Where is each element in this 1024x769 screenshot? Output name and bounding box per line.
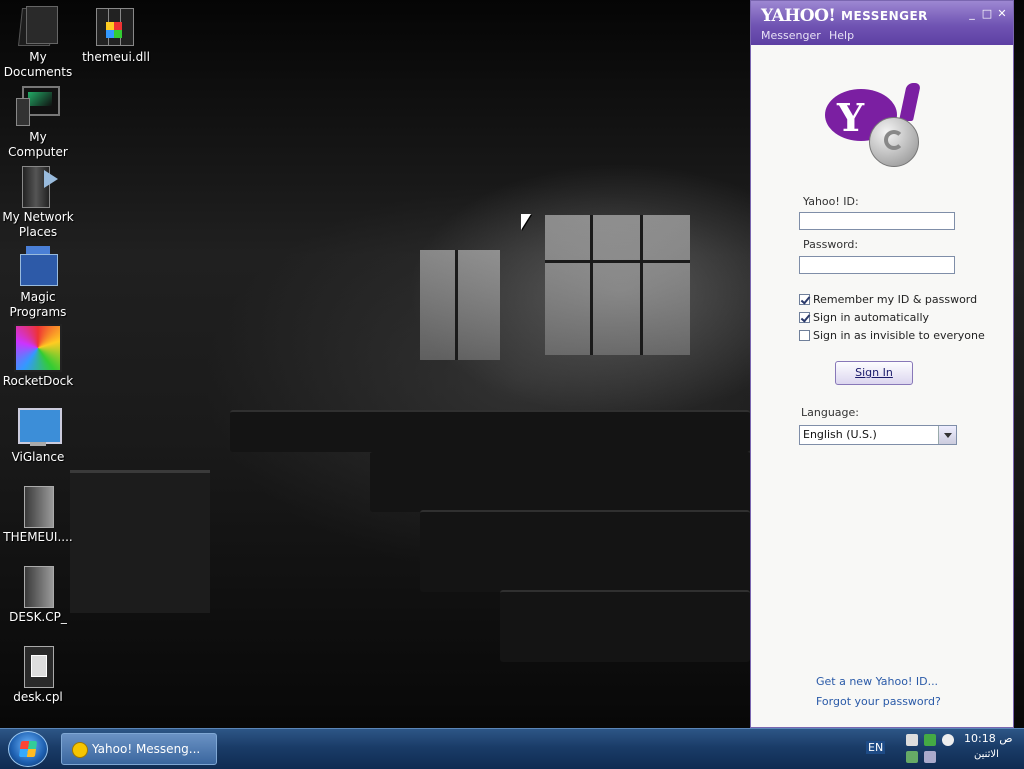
sign-in-invisible-checkbox[interactable] <box>799 330 810 341</box>
wallpaper-mullion <box>640 215 643 355</box>
language-select[interactable]: English (U.S.) <box>799 425 957 445</box>
windows-flag-icon <box>18 741 38 757</box>
language-value: English (U.S.) <box>803 428 877 441</box>
clock-time[interactable]: 10:18 ص <box>964 732 1013 745</box>
language-label: Language: <box>801 406 859 419</box>
taskbar-button-yahoo-messenger[interactable]: Yahoo! Messeng... <box>61 733 217 765</box>
desktop-icon-label: desk.cpl <box>13 690 63 704</box>
desktop-icon-label: My Documents <box>3 50 73 79</box>
sign-in-automatically-option[interactable]: Sign in automatically <box>799 311 929 325</box>
sign-in-automatically-checkbox[interactable] <box>799 312 810 323</box>
desktop-icon-label: Magic Programs <box>9 290 67 319</box>
remember-id-checkbox[interactable] <box>799 294 810 305</box>
desktop-icon-label: ViGlance <box>11 450 65 464</box>
tray-icon[interactable] <box>924 751 936 763</box>
desktop-icon-viglance[interactable]: ViGlance <box>0 404 76 465</box>
file-icon <box>16 564 60 608</box>
folder-icon <box>16 4 60 48</box>
desktop-icon-my-documents[interactable]: My Documents <box>0 4 76 80</box>
yahoo-messenger-logo-icon: Y <box>825 83 925 175</box>
volume-icon[interactable] <box>906 734 918 746</box>
menu-help[interactable]: Help <box>829 29 854 42</box>
desktop-icon-my-computer[interactable]: My Computer <box>0 84 76 160</box>
rocketdock-icon <box>14 324 62 372</box>
viglance-icon <box>16 404 62 448</box>
forgot-password-link[interactable]: Forgot your password? <box>816 695 941 708</box>
sign-in-invisible-option[interactable]: Sign in as invisible to everyone <box>799 329 985 343</box>
wallpaper-window-right <box>545 215 690 355</box>
password-input[interactable] <box>799 256 955 274</box>
wallpaper-mullion <box>455 250 458 360</box>
desktop-icon-label: themeui.dll <box>82 50 150 64</box>
messenger-tray-icon[interactable] <box>942 734 954 746</box>
get-new-id-link[interactable]: Get a new Yahoo! ID... <box>816 675 938 688</box>
wallpaper-transom <box>545 260 690 263</box>
password-label: Password: <box>803 238 859 251</box>
yahoo-wordmark: YAHOO! <box>761 6 836 26</box>
wallpaper-seat <box>370 450 750 512</box>
yahoo-id-input[interactable] <box>799 212 955 230</box>
taskbar-button-label: Yahoo! Messeng... <box>92 742 201 756</box>
desktop-icon-themeui-dll[interactable]: themeui.dll <box>78 4 154 65</box>
control-panel-file-icon <box>16 644 60 688</box>
wallpaper-window-left <box>420 250 500 360</box>
desktop-icon-label: RocketDock <box>2 374 74 388</box>
tray-icon[interactable] <box>906 751 918 763</box>
desktop-icon-themeui-file[interactable]: THEMEUI.... <box>0 484 76 545</box>
desktop-icon-desk-cp[interactable]: DESK.CP_ <box>0 564 76 625</box>
network-icon[interactable] <box>924 734 936 746</box>
yahoo-id-label: Yahoo! ID: <box>803 195 859 208</box>
window-title: MESSENGER <box>841 9 928 23</box>
desktop-icon-label: THEMEUI.... <box>3 530 73 544</box>
file-icon <box>16 484 60 528</box>
wallpaper-desk <box>70 470 210 613</box>
option-label: Remember my ID & password <box>813 293 978 306</box>
taskbar: Yahoo! Messeng... EN 10:18 ص الاثنين <box>0 728 1024 769</box>
desktop-icon-label: My Computer <box>8 130 68 159</box>
menu-messenger[interactable]: Messenger <box>761 29 821 42</box>
desktop-icon-label: DESK.CP_ <box>9 610 67 624</box>
computer-icon <box>16 84 60 128</box>
wallpaper-mullion <box>590 215 593 355</box>
network-places-icon <box>16 164 60 208</box>
wallpaper-seat <box>500 590 750 662</box>
desktop-icon-magic-programs[interactable]: Magic Programs <box>0 244 76 320</box>
close-button[interactable]: ✕ <box>995 7 1009 21</box>
sign-in-button[interactable]: Sign In <box>835 361 913 385</box>
minimize-button[interactable]: _ <box>965 7 979 21</box>
magic-programs-icon <box>16 244 60 288</box>
wallpaper-seat <box>420 510 750 592</box>
clock-day: الاثنين <box>974 749 999 760</box>
option-label: Sign in as invisible to everyone <box>813 329 985 342</box>
desktop-icon-my-network-places[interactable]: My Network Places <box>0 164 76 240</box>
desktop-icon-desk-cpl[interactable]: desk.cpl <box>0 644 76 705</box>
yahoo-smiley-icon <box>72 742 88 758</box>
language-indicator[interactable]: EN <box>866 741 886 754</box>
start-button[interactable] <box>8 731 48 767</box>
login-panel: Y Yahoo! ID: Password: Remember my ID & … <box>751 45 1013 727</box>
yahoo-messenger-window[interactable]: YAHOO! MESSENGER _ □ ✕ Messenger Help Y … <box>750 0 1014 728</box>
chevron-down-icon[interactable] <box>938 426 956 444</box>
desktop-icon-label: My Network Places <box>2 210 74 239</box>
option-label: Sign in automatically <box>813 311 930 324</box>
maximize-button[interactable]: □ <box>980 7 994 21</box>
desktop-icon-rocketdock[interactable]: RocketDock <box>0 324 76 389</box>
mouse-pointer-icon <box>521 214 531 230</box>
dll-file-icon <box>94 4 138 48</box>
remember-id-option[interactable]: Remember my ID & password <box>799 293 977 307</box>
wallpaper-seat <box>230 410 750 452</box>
window-titlebar[interactable]: YAHOO! MESSENGER _ □ ✕ Messenger Help <box>751 1 1013 45</box>
